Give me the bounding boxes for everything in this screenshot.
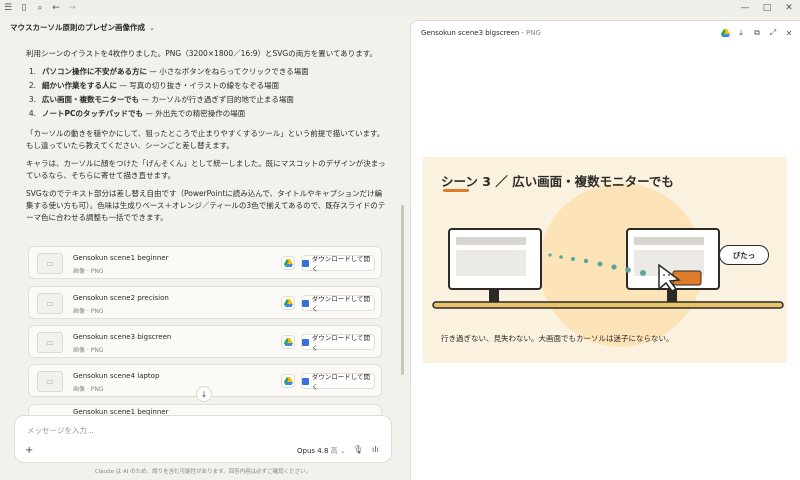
scene-caption: 行き過ぎない、見失わない。大画面でもカーソルは迷子にならない。 <box>441 334 674 343</box>
google-drive-icon[interactable] <box>281 296 295 310</box>
google-drive-icon[interactable] <box>281 335 295 349</box>
maximize-icon[interactable]: □ <box>756 0 778 16</box>
message-input-box[interactable]: メッセージを入力... + Opus 4.8 高 ⌄ 🎙 ıIı <box>14 415 392 463</box>
chat-title[interactable]: マウスカーソル原則のプレゼン画像作成 ⌄ <box>10 22 155 33</box>
forward-arrow-icon[interactable]: → <box>64 0 80 16</box>
chevron-down-icon: ⌄ <box>149 23 155 32</box>
file-card[interactable]: ▭ Gensokun scene3 bigscreen 画像 · PNG ダウン… <box>28 325 382 358</box>
close-icon[interactable]: ✕ <box>778 0 800 16</box>
image-thumbnail-icon: ▭ <box>37 293 63 314</box>
artifact-preview-panel: Gensokun scene3 bigscreen · PNG ⤓ ⧉ ⤢ ✕ <box>410 20 800 480</box>
download-icon <box>302 338 309 346</box>
image-thumbnail-icon: ▭ <box>37 371 63 392</box>
google-drive-icon[interactable] <box>281 256 295 270</box>
microphone-icon[interactable]: 🎙 <box>353 445 363 454</box>
message-paragraph: 「カーソルの動きを穏やかにして、狙ったところで止まりやすくするツール」という前提… <box>26 129 385 150</box>
message-paragraph: キャラは、カーソルに顔をつけた「げんそくん」として統一しました。既にマスコットの… <box>26 159 386 180</box>
preview-title: Gensokun scene3 bigscreen · PNG <box>421 29 541 37</box>
menu-icon[interactable]: ☰ <box>0 0 16 16</box>
speech-bubble: ぴたっ <box>719 245 769 265</box>
assistant-message: 利用シーンのイラストを4枚作りました。PNG（3200×1800／16:9）とS… <box>26 48 386 230</box>
google-drive-icon[interactable] <box>718 27 732 39</box>
scene-title: シーン 3 ／ 広い画面・複数モニターでも <box>441 174 674 189</box>
expand-icon[interactable]: ⤢ <box>766 27 780 39</box>
window-controls: — □ ✕ <box>734 0 800 16</box>
open-external-icon[interactable]: ⧉ <box>750 27 764 39</box>
scene-image: シーン 3 ／ 広い画面・複数モニターでも ぴたっ 行き過ぎない、見失わない。大… <box>423 157 787 363</box>
file-name: Gensokun scene3 bigscreen <box>73 333 172 341</box>
file-type: 画像 · PNG <box>73 268 104 275</box>
file-name: Gensokun scene1 beginner <box>73 254 169 262</box>
download-open-button[interactable]: ダウンロードして開く <box>301 373 375 391</box>
chat-scrollbar[interactable] <box>401 205 404 375</box>
image-thumbnail-icon: ▭ <box>37 332 63 353</box>
list-item: 4. ノートPCのタッチパッドでも — 外出先での精密操作の場面 <box>28 109 246 118</box>
scene-list: 1. パソコン操作に不安がある方に — 小さなボタンをねらってクリックできる場面 … <box>26 66 386 120</box>
file-card[interactable]: ▭ Gensokun scene1 beginner 画像 · PNG ダウンロ… <box>28 246 382 279</box>
preview-actions: ⤓ ⧉ ⤢ ✕ <box>718 27 796 39</box>
download-icon <box>302 299 309 307</box>
download-open-button[interactable]: ダウンロードして開く <box>301 295 375 313</box>
list-item: 1. パソコン操作に不安がある方に — 小さなボタンをねらってクリックできる場面 <box>28 67 309 76</box>
title-underline <box>443 189 469 192</box>
model-selector[interactable]: Opus 4.8 高 ⌄ <box>297 446 346 456</box>
title-bar: ☰ ▯ ⌕ ← → — □ ✕ <box>0 0 800 16</box>
download-open-button[interactable]: ダウンロードして開く <box>301 255 375 273</box>
list-item: 2. 細かい作業をする人に — 写真の切り抜き・イラストの線をなぞる場面 <box>28 81 280 90</box>
file-type: 画像 · PNG <box>73 347 104 354</box>
voice-mode-icon[interactable]: ıIı <box>372 445 379 454</box>
message-intro: 利用シーンのイラストを4枚作りました。PNG（3200×1800／16:9）とS… <box>26 49 377 58</box>
sidebar-toggle-icon[interactable]: ▯ <box>16 0 32 16</box>
file-name: Gensokun scene2 precision <box>73 294 169 302</box>
back-arrow-icon[interactable]: ← <box>48 0 64 16</box>
message-paragraph: SVGなのでテキスト部分は差し替え自由です（PowerPointに読み込んで、タ… <box>26 189 386 222</box>
image-thumbnail-icon: ▭ <box>37 253 63 274</box>
search-icon[interactable]: ⌕ <box>32 0 48 16</box>
file-name: Gensokun scene4 laptop <box>73 372 160 380</box>
message-input[interactable]: メッセージを入力... <box>27 425 94 436</box>
file-type: 画像 · PNG <box>73 386 104 393</box>
download-icon <box>302 377 309 385</box>
scroll-down-button[interactable]: ↓ <box>196 386 212 402</box>
disclaimer-text: Claude は AI のため、誤りを含む可能性があります。回答内容は必ずご確認… <box>94 469 312 475</box>
google-drive-icon[interactable] <box>281 374 295 388</box>
minimize-icon[interactable]: — <box>734 0 756 16</box>
download-icon[interactable]: ⤓ <box>734 27 748 39</box>
file-type: 画像 · PNG <box>73 308 104 315</box>
add-attachment-icon[interactable]: + <box>25 445 33 456</box>
file-card[interactable]: ▭ Gensokun scene2 precision 画像 · PNG ダウン… <box>28 286 382 319</box>
download-icon <box>302 259 309 267</box>
list-item: 3. 広い画面・複数モニターでも — カーソルが行き過ぎず目的地で止まる場面 <box>28 95 294 104</box>
close-panel-icon[interactable]: ✕ <box>782 27 796 39</box>
download-open-button[interactable]: ダウンロードして開く <box>301 334 375 352</box>
chat-title-text: マウスカーソル原則のプレゼン画像作成 <box>10 23 145 32</box>
